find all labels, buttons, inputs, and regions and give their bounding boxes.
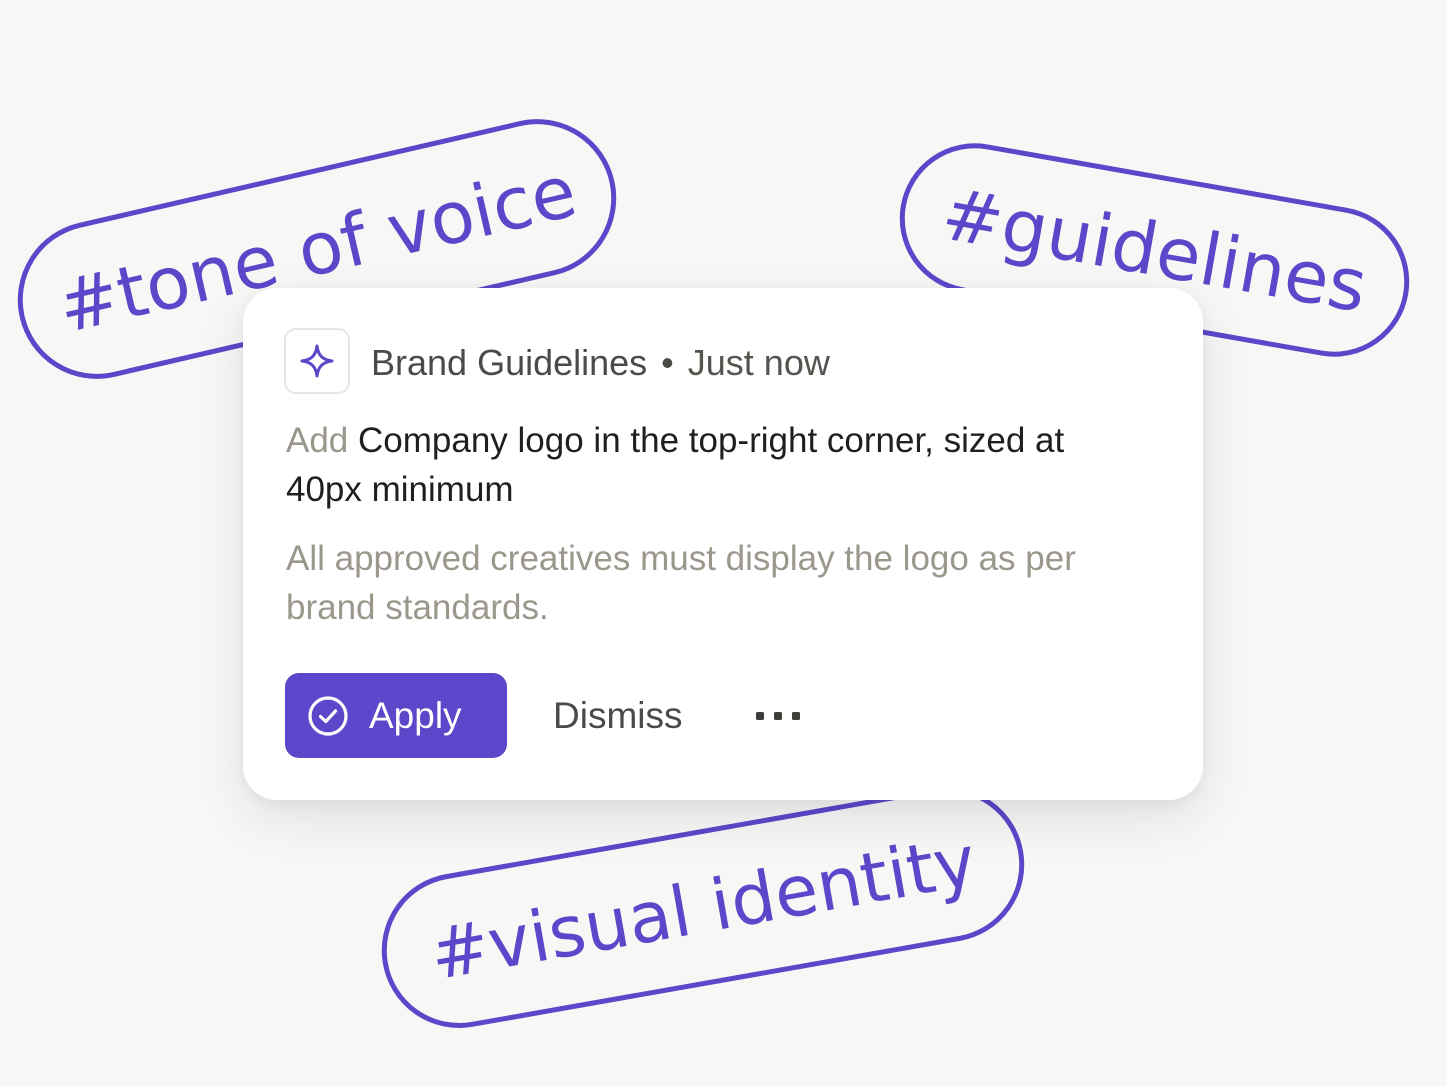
- sparkle-icon: [300, 344, 334, 378]
- dismiss-button[interactable]: Dismiss: [553, 673, 682, 758]
- suggestion-verb: Add: [286, 421, 349, 460]
- check-circle-icon: [307, 695, 349, 737]
- apply-label: Apply: [369, 694, 462, 736]
- source-name: Brand Guidelines: [371, 342, 648, 383]
- source-icon-box: [284, 328, 350, 394]
- card-header: Brand Guidelines • Just now: [371, 338, 830, 388]
- apply-button[interactable]: Apply: [285, 673, 507, 758]
- suggestion-title: Add Company logo in the top-right corner…: [286, 416, 1086, 514]
- suggestion-card: Brand Guidelines • Just now Add Company …: [243, 288, 1203, 800]
- header-separator: •: [661, 342, 674, 383]
- suggestion-text: Company logo in the top-right corner, si…: [286, 421, 1065, 509]
- suggestion-description: All approved creatives must display the …: [286, 539, 1076, 627]
- tag-visual-identity: #visual identity: [369, 774, 1037, 1041]
- timestamp: Just now: [687, 342, 830, 383]
- more-options-button[interactable]: [748, 693, 808, 738]
- more-horizontal-icon: [755, 711, 801, 721]
